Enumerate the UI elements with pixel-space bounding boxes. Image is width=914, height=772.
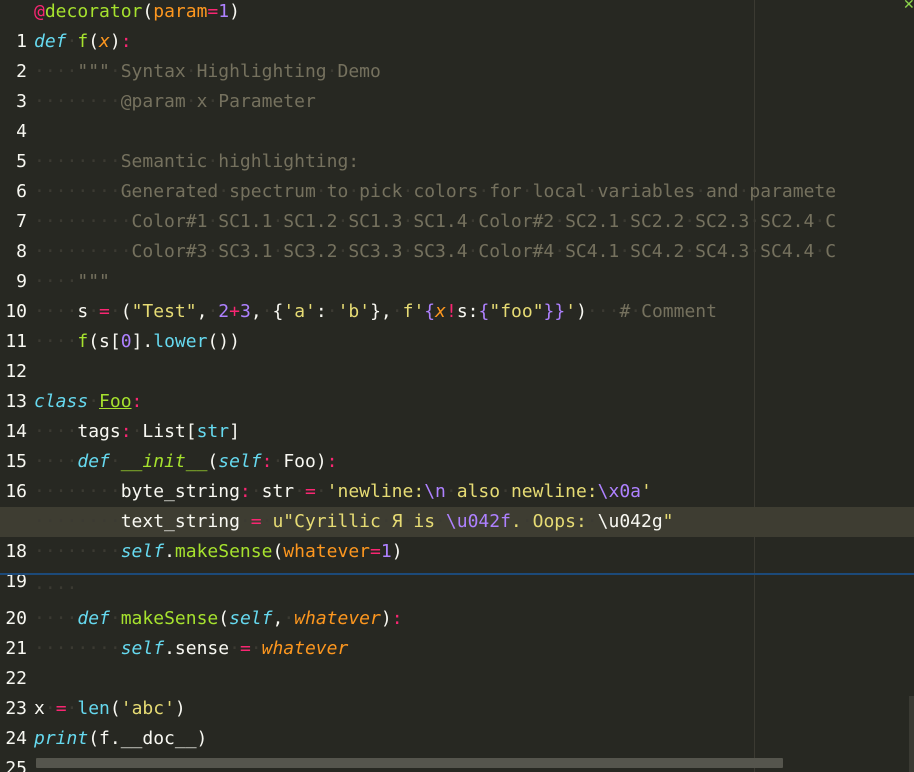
code-line[interactable]: 22 ········self.sense·=·whatever — [0, 634, 914, 689]
line-content[interactable]: x·=·len('abc') — [34, 694, 186, 724]
code-line[interactable]: 19 ········self.makeSense(whatever=1) — [0, 537, 914, 592]
line-content[interactable]: ········byte_string:·str·=·'newline:\n·a… — [34, 477, 652, 507]
line-content[interactable]: ····""" — [34, 267, 110, 297]
line-content[interactable]: ····def·__init__(self:·Foo): — [34, 447, 338, 477]
code-line[interactable]: 21 ····def·makeSense(self,·whatever): — [0, 604, 914, 659]
line-content[interactable]: ········@param·x·Parameter — [34, 87, 316, 117]
code-line[interactable]: 15 ····tags:·List[str] — [0, 417, 914, 472]
line-content[interactable]: ·········Color#1·SC1.1·SC1.2·SC1.3·SC1.4… — [34, 207, 836, 237]
line-content[interactable]: class·Foo: — [34, 387, 142, 417]
line-content[interactable]: ········Semantic·highlighting: — [34, 147, 359, 177]
line-content[interactable]: ·········Color#3·SC3.1·SC3.2·SC3.3·SC3.4… — [34, 237, 836, 267]
line-content[interactable]: ····tags:·List[str] — [34, 417, 240, 447]
code-line[interactable]: 8 ·········Color#1·SC1.1·SC1.2·SC1.3·SC1… — [0, 207, 914, 262]
code-line[interactable]: 24 x·=·len('abc') — [0, 694, 914, 749]
line-content[interactable]: ····def·makeSense(self,·whatever): — [34, 604, 403, 634]
code-line[interactable]: 3 ····"""·Syntax·Highlighting·Demo — [0, 57, 914, 112]
line-content[interactable]: ········Generated·spectrum·to·pick·color… — [34, 177, 836, 207]
line-content[interactable]: ········self.makeSense(whatever=1) — [34, 537, 403, 567]
code-line[interactable]: 12 ····f(s[0].lower()) — [0, 327, 914, 382]
horizontal-scrollbar[interactable] — [36, 758, 783, 768]
vertical-scrollbar[interactable] — [909, 696, 914, 772]
code-line[interactable]: 6 ········Semantic·highlighting: — [0, 147, 914, 202]
code-line[interactable]: 1 @decorator(param=1) — [0, 0, 914, 52]
code-line-current[interactable]: 18 ········text_string·=·u"Cyrillic·Я·is… — [0, 507, 914, 562]
line-content[interactable]: def·f(x): — [34, 27, 132, 57]
code-line[interactable]: 5 — [0, 117, 914, 172]
line-content[interactable]: ···· — [34, 574, 77, 604]
line-content[interactable]: ····"""·Syntax·Highlighting·Demo — [34, 57, 381, 87]
line-content[interactable]: ····s·=·("Test",·2+3,·{'a':·'b'},·f'{x!s… — [34, 297, 717, 327]
code-line[interactable]: 17 ········byte_string:·str·=·'newline:\… — [0, 477, 914, 532]
code-line[interactable]: 2 def·f(x): — [0, 27, 914, 82]
line-content[interactable]: ····f(s[0].lower()) — [34, 327, 240, 357]
line-number: 25 — [5, 758, 27, 772]
line-content[interactable]: print(f.__doc__) — [34, 724, 207, 754]
code-line[interactable]: 7 ········Generated·spectrum·to·pick·col… — [0, 177, 914, 232]
close-x-icon[interactable]: ✕ — [903, 0, 914, 13]
code-line[interactable]: 25 print(f.__doc__) — [0, 724, 914, 772]
line-content[interactable]: ········text_string·=·u"Cyrillic·Я·is·\u… — [34, 507, 674, 537]
code-line[interactable]: 20 ···· — [0, 574, 914, 629]
code-line[interactable]: 4 ········@param·x·Parameter — [0, 87, 914, 142]
line-content[interactable]: ········self.sense·=·whatever — [34, 634, 348, 664]
code-line[interactable]: 14 class·Foo: — [0, 387, 914, 442]
code-line[interactable]: 9 ·········Color#3·SC3.1·SC3.2·SC3.3·SC3… — [0, 237, 914, 292]
code-editor[interactable]: 1 @decorator(param=1) 2 def·f(x): 3 ····… — [0, 0, 914, 772]
code-line[interactable]: 11 ····s·=·("Test",·2+3,·{'a':·'b'},·f'{… — [0, 297, 914, 352]
code-line[interactable]: 16 ····def·__init__(self:·Foo): — [0, 447, 914, 502]
code-line[interactable]: 13 — [0, 357, 914, 412]
code-line[interactable]: 23 — [0, 664, 914, 719]
code-line[interactable]: 10 ····""" — [0, 267, 914, 322]
line-content[interactable]: @decorator(param=1) — [34, 0, 240, 27]
